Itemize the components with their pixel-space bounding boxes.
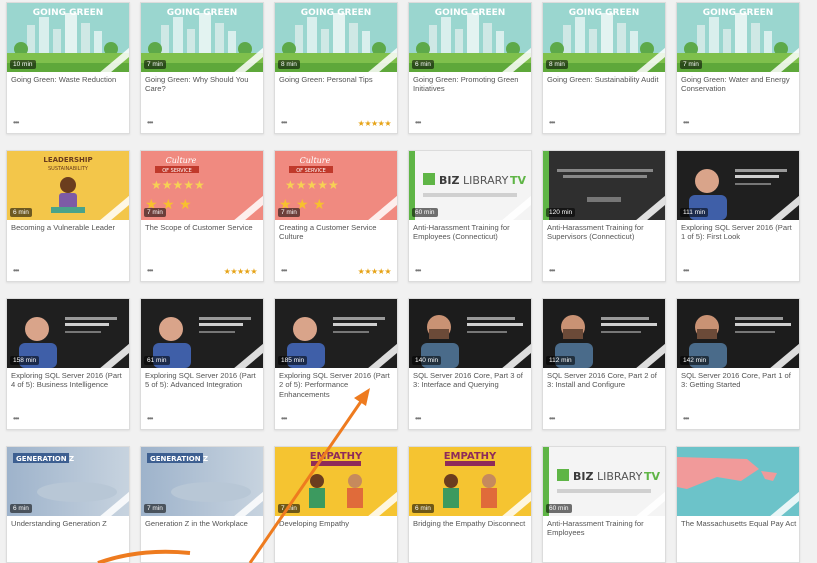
annotation-arrow-line xyxy=(248,399,364,563)
annotation-circle-arc xyxy=(97,549,191,563)
annotation-arrow-head xyxy=(354,388,370,406)
annotation-overlay xyxy=(97,388,370,563)
